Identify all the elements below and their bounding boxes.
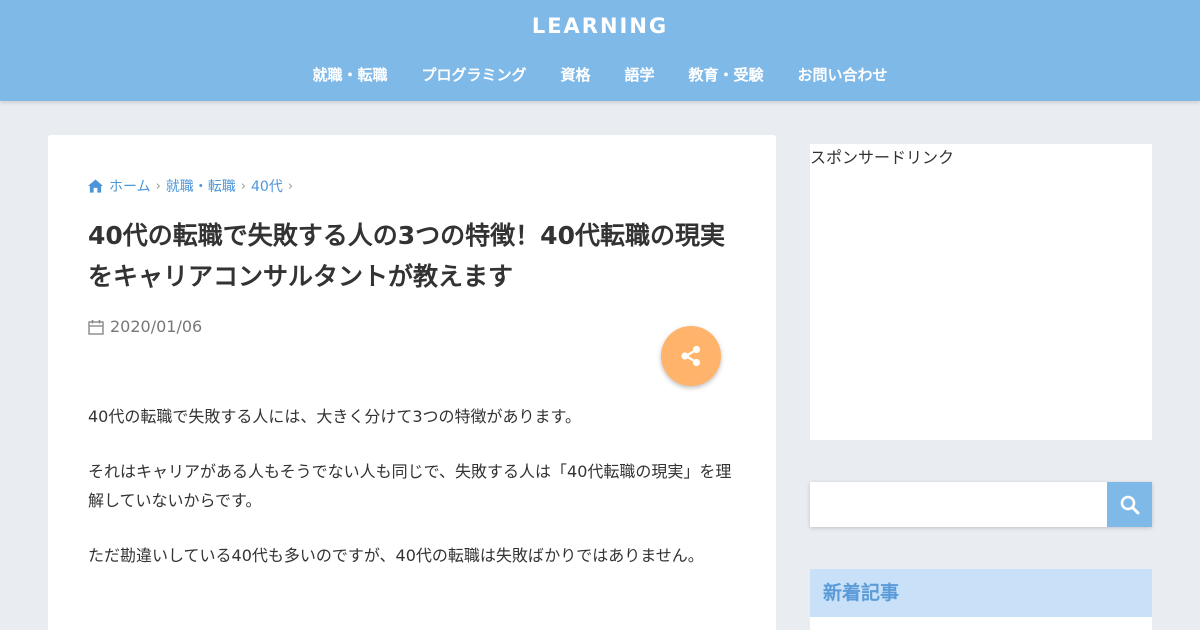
nav-item-programming[interactable]: プログラミング — [404, 64, 543, 86]
breadcrumb-home[interactable]: ホーム — [109, 176, 151, 196]
post-date: 2020/01/06 — [88, 317, 202, 336]
sponsored-label: スポンサードリンク — [810, 148, 955, 167]
chevron-right-icon: › — [240, 178, 246, 194]
article-paragraph: ただ勘違いしている40代も多いのですが、40代の転職は失敗ばかりではありません。 — [88, 546, 704, 565]
nav-item-qualifications[interactable]: 資格 — [543, 64, 607, 86]
breadcrumb-subcategory[interactable]: 40代 — [251, 176, 283, 196]
search-form — [810, 482, 1152, 527]
global-nav: 就職・転職 プログラミング 資格 語学 教育・受験 お問い合わせ — [0, 64, 1200, 86]
chevron-right-icon: › — [155, 178, 161, 194]
search-input[interactable] — [810, 482, 1107, 527]
site-logo[interactable]: LEARNING — [0, 14, 1200, 38]
new-posts-list — [810, 617, 1152, 630]
post-date-text: 2020/01/06 — [110, 317, 203, 336]
share-button[interactable] — [661, 326, 721, 386]
chevron-right-icon: › — [287, 178, 294, 194]
nav-item-contact[interactable]: お問い合わせ — [781, 64, 905, 86]
article-paragraph: 40代の転職で失敗する人には、大きく分けて3つの特徴があります。 — [88, 407, 581, 426]
new-posts-heading: 新着記事 — [810, 569, 1152, 617]
breadcrumb-category[interactable]: 就職・転職 — [166, 176, 236, 196]
breadcrumb: ホーム › 就職・転職 › 40代 › — [88, 176, 298, 196]
search-icon — [1120, 495, 1139, 514]
home-icon — [88, 179, 103, 193]
article-paragraph: それはキャリアがある人もそうでない人も同じで、失敗する人は「40代転職の現実」を… — [88, 462, 732, 510]
article-title: 40代の転職で失敗する人の3つの特徴！40代転職の現実をキャリアコンサルタントが… — [88, 221, 725, 291]
article-body: 40代の転職で失敗する人には、大きく分けて3つの特徴があります。 それはキャリア… — [88, 402, 736, 596]
nav-item-education[interactable]: 教育・受験 — [672, 64, 781, 86]
nav-item-languages[interactable]: 語学 — [608, 64, 672, 86]
search-button[interactable] — [1107, 482, 1152, 527]
site-header: LEARNING 就職・転職 プログラミング 資格 語学 教育・受験 お問い合わ… — [0, 0, 1200, 101]
nav-item-job-change[interactable]: 就職・転職 — [295, 64, 404, 86]
share-icon — [681, 345, 701, 367]
article-card: ホーム › 就職・転職 › 40代 › 40代の転職で失敗する人の3つの特徴！4… — [48, 135, 776, 630]
sponsored-ad-box: スポンサードリンク — [810, 144, 1152, 440]
calendar-icon — [88, 319, 104, 335]
